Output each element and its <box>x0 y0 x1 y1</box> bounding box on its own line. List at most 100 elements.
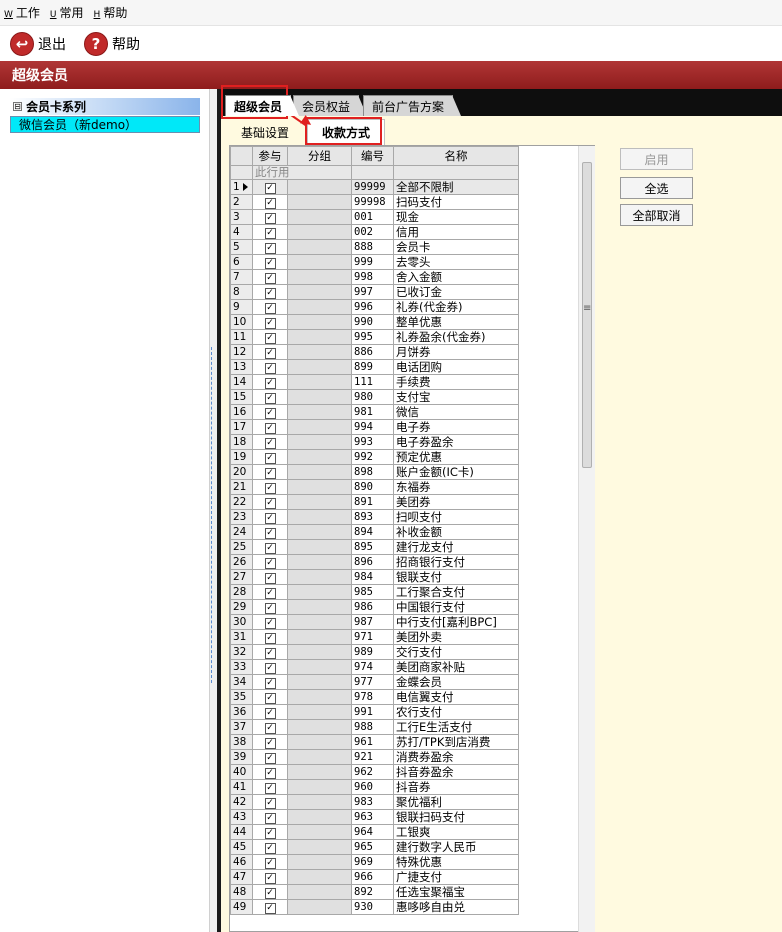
participate-checkbox[interactable]: ✓ <box>264 363 276 374</box>
participate-checkbox[interactable]: ✓ <box>264 348 276 359</box>
participate-cell[interactable]: ✓ <box>252 239 288 255</box>
table-row[interactable]: 15 ✓ 980 支付宝 <box>230 389 519 405</box>
code-cell[interactable]: 988 <box>351 719 394 735</box>
group-cell[interactable] <box>287 419 352 435</box>
participate-checkbox[interactable]: ✓ <box>264 678 276 689</box>
participate-checkbox[interactable]: ✓ <box>264 303 276 314</box>
participate-cell[interactable]: ✓ <box>252 629 288 645</box>
name-cell[interactable]: 礼券盈余(代金券) <box>393 329 519 345</box>
code-cell[interactable]: 963 <box>351 809 394 825</box>
participate-checkbox[interactable]: ✓ <box>264 783 276 794</box>
table-row[interactable]: 44 ✓ 964 工银爽 <box>230 824 519 840</box>
group-cell[interactable] <box>287 779 352 795</box>
code-cell[interactable]: 891 <box>351 494 394 510</box>
participate-checkbox[interactable]: ✓ <box>264 588 276 599</box>
participate-cell[interactable]: ✓ <box>252 869 288 885</box>
name-cell[interactable]: 任选宝聚福宝 <box>393 884 519 900</box>
participate-cell[interactable]: ✓ <box>252 449 288 465</box>
participate-cell[interactable]: ✓ <box>252 509 288 525</box>
name-cell[interactable]: 月饼券 <box>393 344 519 360</box>
table-row[interactable]: 5 ✓ 888 会员卡 <box>230 239 519 255</box>
table-row[interactable]: 19 ✓ 992 预定优惠 <box>230 449 519 465</box>
group-cell[interactable] <box>287 809 352 825</box>
group-cell[interactable] <box>287 299 352 315</box>
table-row[interactable]: 43 ✓ 963 银联扫码支付 <box>230 809 519 825</box>
participate-checkbox[interactable]: ✓ <box>264 633 276 644</box>
name-cell[interactable]: 预定优惠 <box>393 449 519 465</box>
enable-button[interactable]: 启用 <box>620 148 693 170</box>
group-cell[interactable] <box>287 884 352 900</box>
code-cell[interactable]: 111 <box>351 374 394 390</box>
participate-cell[interactable]: ✓ <box>252 329 288 345</box>
participate-cell[interactable]: ✓ <box>252 824 288 840</box>
name-cell[interactable]: 抖音券 <box>393 779 519 795</box>
header-name[interactable]: 名称 <box>393 146 519 166</box>
table-row[interactable]: 18 ✓ 993 电子券盈余 <box>230 434 519 450</box>
participate-cell[interactable]: ✓ <box>252 689 288 705</box>
participate-cell[interactable]: ✓ <box>252 344 288 360</box>
menu-work[interactable]: W 工作 <box>4 4 40 21</box>
name-cell[interactable]: 金蝶会员 <box>393 674 519 690</box>
name-cell[interactable]: 整单优惠 <box>393 314 519 330</box>
name-cell[interactable]: 扫呗支付 <box>393 509 519 525</box>
participate-cell[interactable]: ✓ <box>252 209 288 225</box>
code-cell[interactable]: 890 <box>351 479 394 495</box>
group-cell[interactable] <box>287 449 352 465</box>
table-row[interactable]: 33 ✓ 974 美团商家补贴 <box>230 659 519 675</box>
participate-checkbox[interactable]: ✓ <box>264 888 276 899</box>
name-cell[interactable]: 消费券盈余 <box>393 749 519 765</box>
tab-super-member[interactable]: 超级会员 <box>225 95 300 116</box>
group-cell[interactable] <box>287 494 352 510</box>
group-cell[interactable] <box>287 344 352 360</box>
participate-cell[interactable]: ✓ <box>252 779 288 795</box>
participate-checkbox[interactable]: ✓ <box>264 318 276 329</box>
table-row[interactable]: 6 ✓ 999 去零头 <box>230 254 519 270</box>
participate-cell[interactable]: ✓ <box>252 299 288 315</box>
name-cell[interactable]: 招商银行支付 <box>393 554 519 570</box>
table-row[interactable]: 30 ✓ 987 中行支付[嘉利BPC] <box>230 614 519 630</box>
participate-cell[interactable]: ✓ <box>252 749 288 765</box>
participate-cell[interactable]: ✓ <box>252 884 288 900</box>
participate-checkbox[interactable]: ✓ <box>264 453 276 464</box>
deselect-all-button[interactable]: 全部取消 <box>620 204 693 226</box>
name-cell[interactable]: 信用 <box>393 224 519 240</box>
filter-row[interactable]: 此行用 <box>230 165 519 180</box>
header-group[interactable]: 分组 <box>287 146 352 166</box>
participate-checkbox[interactable]: ✓ <box>264 738 276 749</box>
header-participate[interactable]: 参与 <box>252 146 288 166</box>
participate-checkbox[interactable]: ✓ <box>264 528 276 539</box>
code-cell[interactable]: 971 <box>351 629 394 645</box>
splitter-grip[interactable] <box>211 347 215 683</box>
code-cell[interactable]: 892 <box>351 884 394 900</box>
group-cell[interactable] <box>287 359 352 375</box>
name-cell[interactable]: 电子券盈余 <box>393 434 519 450</box>
table-row[interactable]: 8 ✓ 997 已收订金 <box>230 284 519 300</box>
code-cell[interactable]: 964 <box>351 824 394 840</box>
code-cell[interactable]: 002 <box>351 224 394 240</box>
participate-cell[interactable]: ✓ <box>252 569 288 585</box>
table-row[interactable]: 36 ✓ 991 农行支付 <box>230 704 519 720</box>
table-row[interactable]: 23 ✓ 893 扫呗支付 <box>230 509 519 525</box>
code-cell[interactable]: 895 <box>351 539 394 555</box>
name-cell[interactable]: 美团外卖 <box>393 629 519 645</box>
group-cell[interactable] <box>287 704 352 720</box>
code-cell[interactable]: 896 <box>351 554 394 570</box>
table-row[interactable]: 49 ✓ 930 惠哆哆自由兑 <box>230 899 519 915</box>
table-row[interactable]: 25 ✓ 895 建行龙支付 <box>230 539 519 555</box>
select-all-button[interactable]: 全选 <box>620 177 693 199</box>
table-row[interactable]: 27 ✓ 984 银联支付 <box>230 569 519 585</box>
participate-checkbox[interactable]: ✓ <box>264 513 276 524</box>
code-cell[interactable]: 969 <box>351 854 394 870</box>
participate-checkbox[interactable]: ✓ <box>264 243 276 254</box>
table-row[interactable]: 29 ✓ 986 中国银行支付 <box>230 599 519 615</box>
group-cell[interactable] <box>287 794 352 810</box>
scroll-thumb[interactable] <box>582 162 592 468</box>
name-cell[interactable]: 电信翼支付 <box>393 689 519 705</box>
participate-checkbox[interactable]: ✓ <box>264 558 276 569</box>
code-cell[interactable]: 991 <box>351 704 394 720</box>
participate-cell[interactable]: ✓ <box>252 839 288 855</box>
participate-cell[interactable]: ✓ <box>252 719 288 735</box>
participate-cell[interactable]: ✓ <box>252 479 288 495</box>
tree-item-wechat-member[interactable]: 微信会员（新demo） <box>10 116 200 133</box>
participate-checkbox[interactable]: ✓ <box>264 378 276 389</box>
